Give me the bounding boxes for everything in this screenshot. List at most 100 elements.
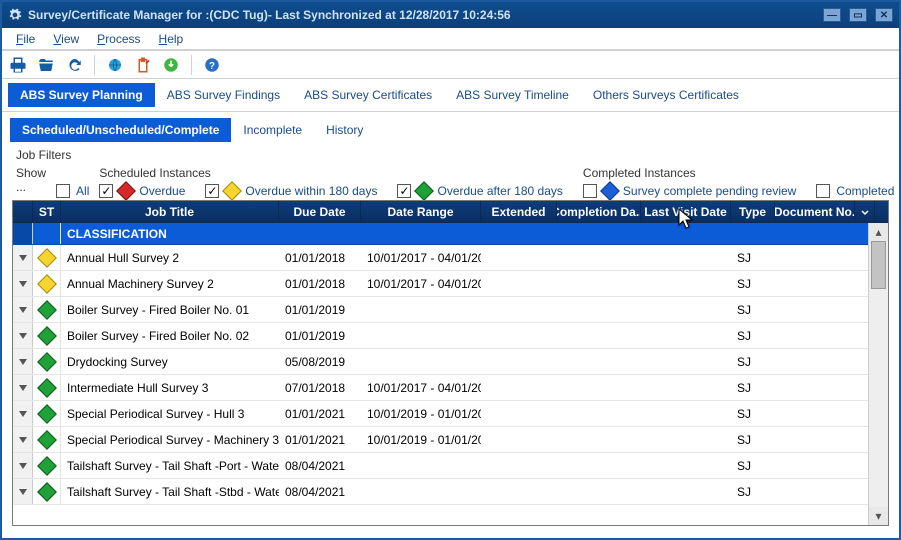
scroll-up-icon[interactable]: ▴ <box>869 223 888 241</box>
clipboard-icon[interactable] <box>133 55 153 75</box>
tab-abs-survey-findings[interactable]: ABS Survey Findings <box>155 83 292 107</box>
row-handle[interactable] <box>13 375 33 400</box>
subtab-history[interactable]: History <box>314 118 375 142</box>
label-overdue-within[interactable]: Overdue within 180 days <box>245 184 377 198</box>
subtab-scheduled[interactable]: Scheduled/Unscheduled/Complete <box>10 118 231 142</box>
group-row[interactable]: CLASSIFICATION <box>13 223 868 245</box>
minimize-button[interactable]: — <box>823 8 841 22</box>
tab-abs-survey-timeline[interactable]: ABS Survey Timeline <box>444 83 581 107</box>
label-overdue-after[interactable]: Overdue after 180 days <box>437 184 562 198</box>
close-button[interactable]: ✕ <box>875 8 893 22</box>
cell-ext <box>481 245 557 270</box>
row-handle[interactable] <box>13 453 33 478</box>
tab-abs-survey-planning[interactable]: ABS Survey Planning <box>8 83 155 107</box>
vertical-scrollbar[interactable]: ▴ ▾ <box>868 223 888 525</box>
menu-file[interactable]: File <box>8 30 43 48</box>
subtab-incomplete[interactable]: Incomplete <box>231 118 314 142</box>
col-range[interactable]: Date Range <box>361 201 481 222</box>
toolbar: ? <box>2 51 899 79</box>
checkbox-overdue-after[interactable] <box>397 184 411 198</box>
checkbox-overdue-within[interactable] <box>205 184 219 198</box>
cell-comp <box>557 271 641 296</box>
sub-tabs: Scheduled/Unscheduled/Complete Incomplet… <box>10 118 891 142</box>
checkbox-overdue[interactable] <box>99 184 113 198</box>
col-row-header[interactable] <box>13 201 33 222</box>
checkbox-completed[interactable] <box>816 184 830 198</box>
col-title[interactable]: Job Title <box>61 201 279 222</box>
app-window: Survey/Certificate Manager for :(CDC Tug… <box>0 0 901 540</box>
row-handle[interactable] <box>13 479 33 504</box>
checkbox-pending-review[interactable] <box>583 184 597 198</box>
table-row[interactable]: Special Periodical Survey - Machinery 30… <box>13 427 868 453</box>
table-row[interactable]: Drydocking Survey05/08/2019SJ <box>13 349 868 375</box>
cell-range: 10/01/2019 - 01/01/2021 <box>361 427 481 452</box>
cell-visit <box>641 245 731 270</box>
row-handle[interactable] <box>13 401 33 426</box>
row-handle[interactable] <box>13 297 33 322</box>
col-doc[interactable]: Document No. <box>775 201 855 222</box>
table-row[interactable]: Special Periodical Survey - Hull 301/01/… <box>13 401 868 427</box>
label-completed[interactable]: Completed <box>836 184 894 198</box>
cell-ext <box>481 349 557 374</box>
row-handle[interactable] <box>13 271 33 296</box>
cell-due: 08/04/2021 <box>279 453 361 478</box>
row-handle[interactable] <box>13 323 33 348</box>
cell-type: SJ <box>731 297 775 322</box>
cell-range <box>361 479 481 504</box>
label-overdue[interactable]: Overdue <box>139 184 185 198</box>
col-st[interactable]: ST <box>33 201 61 222</box>
label-pending-review[interactable]: Survey complete pending review <box>623 184 796 198</box>
col-visit[interactable]: Last Visit Date <box>641 201 731 222</box>
maximize-button[interactable]: ▭ <box>849 8 867 22</box>
cell-type: SJ <box>731 479 775 504</box>
menu-view[interactable]: View <box>45 30 87 48</box>
table-row[interactable]: Tailshaft Survey - Tail Shaft -Stbd - Wa… <box>13 479 868 505</box>
grid: ST Job Title Due Date Date Range Extende… <box>12 200 889 526</box>
col-type[interactable]: Type <box>731 201 775 222</box>
status-cell <box>33 401 61 426</box>
download-icon[interactable] <box>161 55 181 75</box>
status-icon <box>37 404 57 424</box>
status-cell <box>33 297 61 322</box>
cell-range <box>361 297 481 322</box>
scroll-down-icon[interactable]: ▾ <box>869 507 888 525</box>
open-icon[interactable] <box>36 55 56 75</box>
table-row[interactable]: Intermediate Hull Survey 307/01/201810/0… <box>13 375 868 401</box>
cell-due: 01/01/2019 <box>279 323 361 348</box>
row-handle[interactable] <box>13 245 33 270</box>
row-handle[interactable] <box>13 427 33 452</box>
cell-comp <box>557 375 641 400</box>
menu-process[interactable]: Process <box>89 30 148 48</box>
scroll-thumb[interactable] <box>871 241 886 289</box>
col-ext[interactable]: Extended <box>481 201 557 222</box>
pending-review-icon <box>600 181 620 201</box>
table-row[interactable]: Annual Hull Survey 201/01/201810/01/2017… <box>13 245 868 271</box>
print-icon[interactable] <box>8 55 28 75</box>
col-scroll-right[interactable] <box>855 201 875 222</box>
cell-doc <box>775 271 855 296</box>
menubar: File View Process Help <box>2 28 899 50</box>
world-icon[interactable] <box>105 55 125 75</box>
table-row[interactable]: Boiler Survey - Fired Boiler No. 0101/01… <box>13 297 868 323</box>
table-row[interactable]: Annual Machinery Survey 201/01/201810/01… <box>13 271 868 297</box>
status-icon <box>37 456 57 476</box>
cell-doc <box>775 453 855 478</box>
cell-title: Annual Machinery Survey 2 <box>61 271 279 296</box>
help-icon[interactable]: ? <box>202 55 222 75</box>
cell-visit <box>641 427 731 452</box>
cell-comp <box>557 297 641 322</box>
table-row[interactable]: Tailshaft Survey - Tail Shaft -Port - Wa… <box>13 453 868 479</box>
cell-visit <box>641 453 731 478</box>
table-row[interactable]: Boiler Survey - Fired Boiler No. 0201/01… <box>13 323 868 349</box>
status-cell <box>33 271 61 296</box>
menu-help[interactable]: Help <box>151 30 192 48</box>
tab-others-surveys-certificates[interactable]: Others Surveys Certificates <box>581 83 751 107</box>
group-label: CLASSIFICATION <box>61 223 279 244</box>
col-due[interactable]: Due Date <box>279 201 361 222</box>
refresh-icon[interactable] <box>64 55 84 75</box>
col-comp[interactable]: Completion Da... <box>557 201 641 222</box>
label-all[interactable]: All <box>76 184 89 198</box>
tab-abs-survey-certificates[interactable]: ABS Survey Certificates <box>292 83 444 107</box>
checkbox-all[interactable] <box>56 184 70 198</box>
row-handle[interactable] <box>13 349 33 374</box>
